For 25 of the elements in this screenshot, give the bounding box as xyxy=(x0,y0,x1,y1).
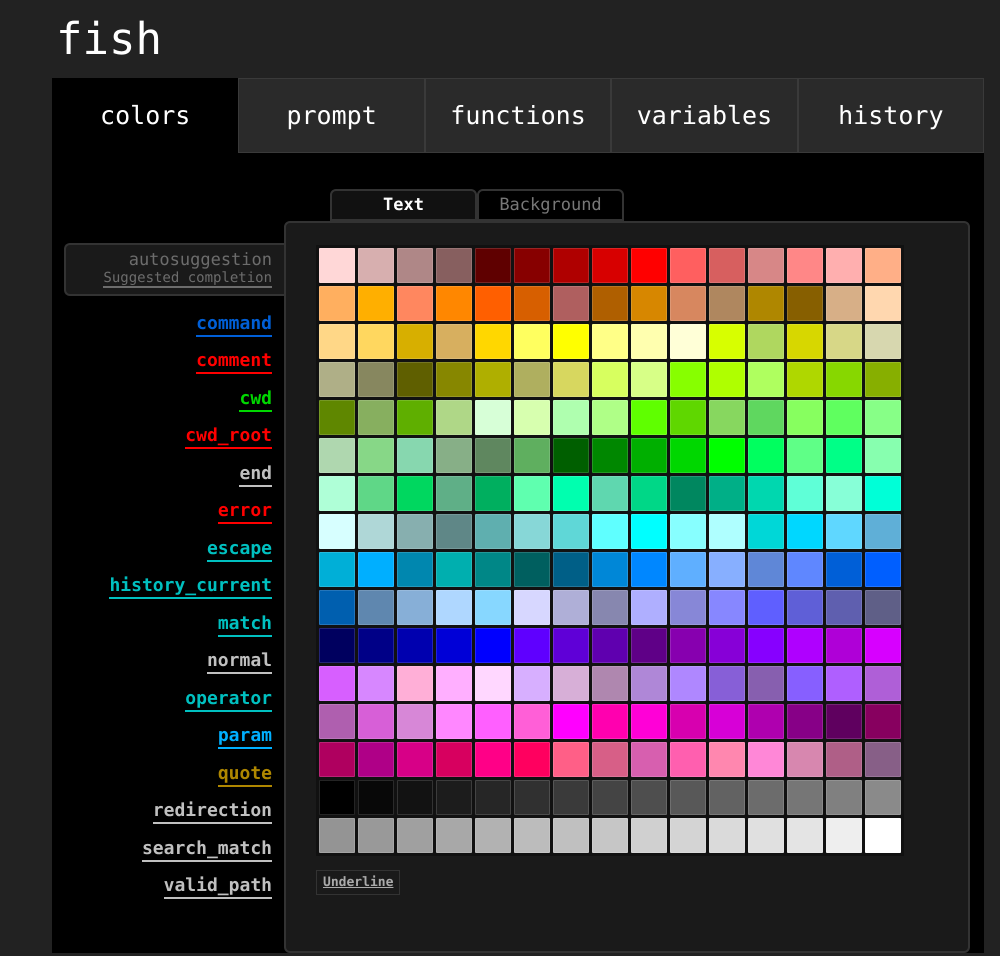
tab[interactable]: prompt xyxy=(238,78,425,153)
setting-item[interactable]: normal xyxy=(206,650,272,674)
setting-item[interactable]: quote xyxy=(218,762,272,787)
setting-item[interactable]: escape xyxy=(206,538,272,562)
setting-item[interactable]: cwd xyxy=(239,388,272,412)
setting-item[interactable]: comment xyxy=(196,350,272,374)
tab[interactable]: functions xyxy=(424,78,612,153)
setting-item[interactable]: history_current xyxy=(109,575,272,600)
setting-item[interactable]: match xyxy=(218,612,272,637)
tab[interactable]: history xyxy=(798,78,984,153)
underline-button[interactable]: Underline xyxy=(316,870,400,895)
mode-tab[interactable]: Text xyxy=(330,189,477,221)
setting-item[interactable]: error xyxy=(218,500,272,524)
mode-tab[interactable]: Background xyxy=(477,189,624,221)
app-title: fish xyxy=(55,13,163,67)
tab[interactable]: variables xyxy=(611,78,798,153)
setting-item[interactable]: operator xyxy=(185,688,272,712)
setting-item[interactable]: cwd_root xyxy=(185,425,272,450)
setting-item[interactable]: command xyxy=(196,312,272,337)
setting-item[interactable]: search_match xyxy=(142,838,272,862)
tab[interactable]: colors xyxy=(52,78,238,153)
setting-item[interactable]: param xyxy=(218,725,272,750)
setting-item[interactable]: valid_path xyxy=(164,875,272,900)
setting-item[interactable]: end xyxy=(239,462,272,487)
setting-item[interactable]: redirection xyxy=(152,800,272,824)
